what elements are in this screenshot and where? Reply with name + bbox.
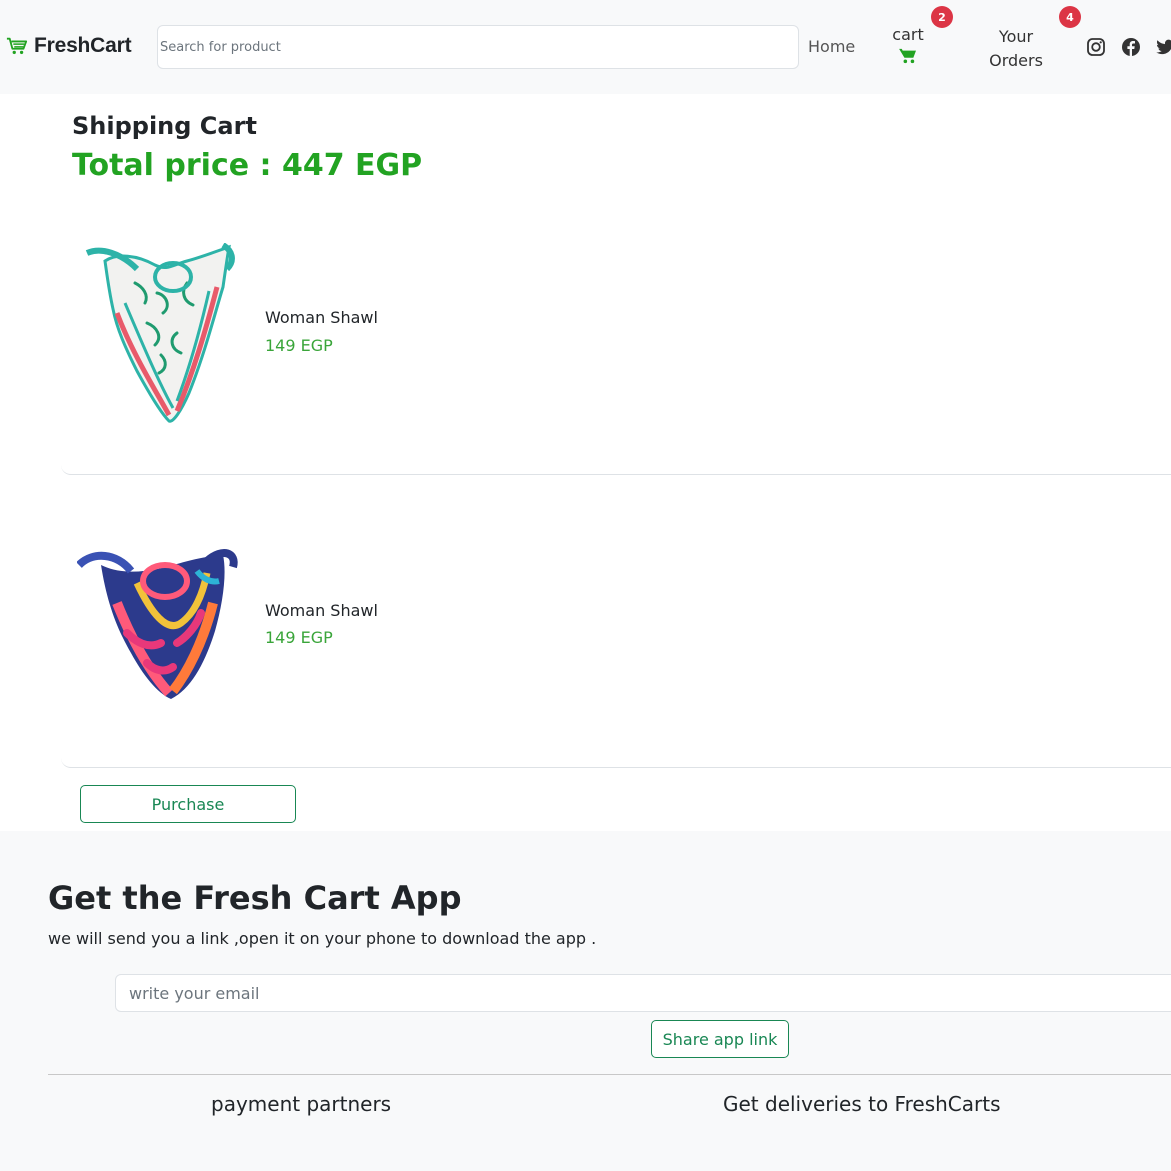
- facebook-icon[interactable]: [1121, 37, 1141, 57]
- nav-orders-label-line1: Your: [998, 27, 1034, 46]
- share-app-link-button[interactable]: Share app link: [651, 1020, 789, 1058]
- footer-title: Get the Fresh Cart App: [48, 879, 462, 917]
- twitter-icon[interactable]: [1155, 37, 1171, 57]
- footer: Get the Fresh Cart App we will send you …: [0, 831, 1171, 1171]
- shopping-cart-icon: [899, 48, 916, 64]
- nav-home-link[interactable]: Home: [808, 37, 855, 56]
- nav-cart-link[interactable]: cart: [880, 25, 936, 64]
- nav-orders-link[interactable]: Your Orders: [976, 25, 1056, 73]
- purchase-button[interactable]: Purchase: [80, 785, 296, 823]
- navbar: FreshCart Home cart 2 Your Orders 4: [0, 0, 1171, 94]
- cart-section: Shipping Cart Total price : 447 EGP Woma…: [0, 94, 1171, 831]
- email-input[interactable]: [115, 974, 1171, 1012]
- brand-link[interactable]: FreshCart: [6, 34, 132, 58]
- search-input[interactable]: [157, 25, 799, 69]
- product-image: [85, 243, 235, 423]
- product-image: [77, 549, 238, 699]
- deliveries-heading: Get deliveries to FreshCarts: [723, 1092, 1001, 1116]
- nav-cart-label: cart: [892, 25, 924, 44]
- footer-divider: [48, 1074, 1171, 1075]
- cart-logo-icon: [6, 37, 28, 55]
- payment-partners-heading: payment partners: [211, 1092, 392, 1116]
- footer-subtitle: we will send you a link ,open it on your…: [48, 929, 597, 948]
- brand-name: FreshCart: [34, 34, 132, 57]
- cart-item: Woman Shawl 149 EGP: [61, 488, 1171, 768]
- product-name: Woman Shawl: [265, 601, 378, 620]
- page-title: Shipping Cart: [72, 112, 257, 140]
- cart-count-badge: 2: [931, 6, 953, 28]
- product-price: 149 EGP: [265, 628, 333, 647]
- orders-count-badge: 4: [1059, 6, 1081, 28]
- total-price: Total price : 447 EGP: [72, 148, 423, 183]
- cart-item: Woman Shawl 149 EGP: [61, 195, 1171, 475]
- nav-orders-label-line2: Orders: [989, 51, 1043, 70]
- product-name: Woman Shawl: [265, 308, 378, 327]
- product-price: 149 EGP: [265, 336, 333, 355]
- instagram-icon[interactable]: [1086, 37, 1106, 57]
